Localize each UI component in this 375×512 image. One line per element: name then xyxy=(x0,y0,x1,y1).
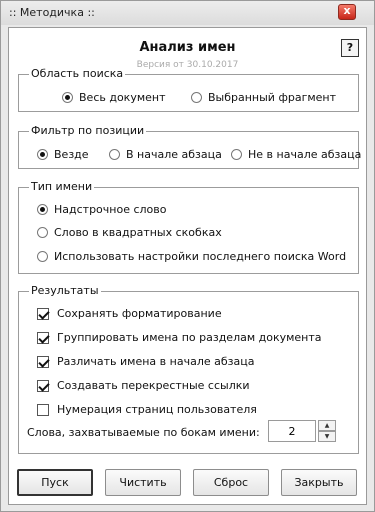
checkbox-group-by-sections[interactable]: Группировать имена по разделам документа xyxy=(37,331,322,344)
checkbox-label: Различать имена в начале абзаца xyxy=(57,355,255,368)
checkbox-indicator xyxy=(37,331,49,344)
title-bar[interactable]: :: Методичка :: x xyxy=(1,1,374,25)
search-area-legend: Область поиска xyxy=(29,67,126,80)
help-button[interactable]: ? xyxy=(341,39,359,57)
spin-down-icon[interactable]: ▼ xyxy=(318,431,336,442)
name-type-legend: Тип имени xyxy=(29,180,95,193)
radio-label: Везде xyxy=(54,148,89,161)
radio-superscript-word[interactable]: Надстрочное слово xyxy=(37,203,167,216)
radio-label: В начале абзаца xyxy=(126,148,222,161)
search-area-group: Область поиска Весь документ Выбранный ф… xyxy=(18,67,359,112)
close-button[interactable]: Закрыть xyxy=(281,469,357,496)
close-icon: x xyxy=(343,4,351,17)
radio-paragraph-start[interactable]: В начале абзаца xyxy=(109,148,222,161)
spin-up-icon[interactable]: ▲ xyxy=(318,420,336,431)
radio-indicator xyxy=(62,92,73,103)
checkbox-user-page-numbering[interactable]: Нумерация страниц пользователя xyxy=(37,403,257,416)
radio-selected-fragment[interactable]: Выбранный фрагмент xyxy=(191,91,336,104)
words-count-label: Слова, захватываемые по бокам имени: xyxy=(27,426,260,439)
checkbox-label: Сохранять форматирование xyxy=(57,307,222,320)
checkbox-distinguish-paragraph-start[interactable]: Различать имена в начале абзаца xyxy=(37,355,254,368)
radio-indicator xyxy=(37,227,48,238)
position-filter-group: Фильтр по позиции Везде В начале абзаца … xyxy=(18,124,361,169)
radio-indicator xyxy=(191,92,202,103)
checkbox-indicator xyxy=(37,403,49,416)
radio-indicator xyxy=(37,251,48,262)
clear-button[interactable]: Чистить xyxy=(105,469,181,496)
position-filter-legend: Фильтр по позиции xyxy=(29,124,147,137)
words-count-input[interactable] xyxy=(268,420,316,442)
radio-bracketed-word[interactable]: Слово в квадратных скобках xyxy=(37,226,222,239)
checkbox-keep-formatting[interactable]: Сохранять форматирование xyxy=(37,307,222,320)
close-window-button[interactable]: x xyxy=(338,4,356,20)
checkbox-indicator xyxy=(37,379,49,392)
radio-indicator xyxy=(231,149,242,160)
dialog-body: Анализ имен Версия от 30.10.2017 ? Облас… xyxy=(8,27,367,505)
radio-indicator xyxy=(37,149,48,160)
radio-label: Выбранный фрагмент xyxy=(208,91,337,104)
radio-label: Надстрочное слово xyxy=(54,203,167,216)
window-title: :: Методичка :: xyxy=(9,6,95,19)
radio-label: Слово в квадратных скобках xyxy=(54,226,222,239)
words-count-stepper: ▲ ▼ xyxy=(268,420,338,442)
reset-button[interactable]: Сброс xyxy=(193,469,269,496)
radio-label: Использовать настройки последнего поиска… xyxy=(54,250,347,263)
results-legend: Результаты xyxy=(29,284,101,297)
checkbox-cross-references[interactable]: Создавать перекрестные ссылки xyxy=(37,379,250,392)
radio-label: Не в начале абзаца xyxy=(248,148,362,161)
radio-indicator xyxy=(37,204,48,215)
radio-whole-document[interactable]: Весь документ xyxy=(62,91,166,104)
run-button[interactable]: Пуск xyxy=(17,469,93,496)
radio-indicator xyxy=(109,149,120,160)
name-type-group: Тип имени Надстрочное слово Слово в квад… xyxy=(18,180,359,274)
checkbox-label: Создавать перекрестные ссылки xyxy=(57,379,250,392)
radio-label: Весь документ xyxy=(79,91,166,104)
checkbox-label: Группировать имена по разделам документа xyxy=(57,331,322,344)
checkbox-indicator xyxy=(37,355,49,368)
checkbox-indicator xyxy=(37,307,49,320)
page-title: Анализ имен xyxy=(139,40,236,55)
radio-everywhere[interactable]: Везде xyxy=(37,148,89,161)
radio-not-paragraph-start[interactable]: Не в начале абзаца xyxy=(231,148,361,161)
dialog-window: :: Методичка :: x Анализ имен Версия от … xyxy=(0,0,375,512)
checkbox-label: Нумерация страниц пользователя xyxy=(57,403,257,416)
radio-last-word-search[interactable]: Использовать настройки последнего поиска… xyxy=(37,250,346,263)
